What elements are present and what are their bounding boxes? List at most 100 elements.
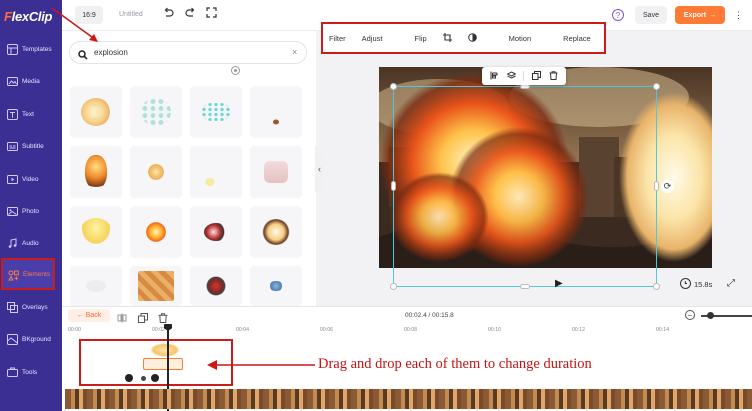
element-tile[interactable] — [190, 146, 242, 198]
timeline-tick: 00:10 — [488, 327, 501, 333]
delete-icon[interactable] — [549, 67, 558, 85]
element-tile[interactable] — [190, 266, 242, 306]
flip-button[interactable]: Flip — [415, 34, 427, 43]
help-icon[interactable]: ? — [612, 9, 624, 21]
clip-duration[interactable]: 15.8s — [694, 280, 712, 289]
adjust-button[interactable]: Adjust — [362, 34, 383, 43]
element-tile[interactable] — [70, 266, 122, 306]
redo-icon[interactable] — [185, 7, 196, 18]
element-clip-thumbnail[interactable] — [150, 343, 180, 357]
video-icon — [6, 173, 18, 185]
timeline-tick: 00:08 — [404, 327, 417, 333]
element-tile[interactable] — [250, 86, 302, 138]
sidebar-item-video[interactable]: Video — [0, 164, 62, 194]
video-track[interactable] — [65, 389, 752, 409]
project-title[interactable]: Untitled — [119, 11, 143, 18]
element-tile[interactable] — [250, 206, 302, 258]
play-icon[interactable]: ▶ — [555, 278, 563, 289]
elements-icon — [7, 269, 19, 281]
video-track-frames — [65, 389, 752, 409]
element-tile[interactable] — [130, 266, 182, 306]
search-input[interactable] — [94, 45, 284, 60]
zoom-slider-handle[interactable] — [707, 312, 714, 319]
annotation-text: Drag and drop each of them to change dur… — [318, 356, 592, 372]
sidebar-item-subtitle[interactable]: Subtitle — [0, 131, 62, 161]
bomb-icon[interactable] — [125, 374, 133, 382]
rotate-icon[interactable]: ⟳ — [661, 180, 674, 193]
collapse-panel-icon[interactable]: ‹ — [315, 146, 324, 192]
templates-icon — [6, 43, 18, 55]
text-icon — [6, 108, 18, 120]
fullscreen-icon[interactable]: ⤢ — [727, 278, 735, 289]
element-tile[interactable] — [130, 86, 182, 138]
clear-search-icon[interactable]: × — [292, 47, 297, 57]
timeline-tick: 00:06 — [320, 327, 333, 333]
align-icon[interactable] — [490, 67, 499, 85]
annotation-arrow — [51, 7, 98, 42]
toolbar-divider — [523, 71, 525, 81]
undo-icon[interactable] — [163, 7, 174, 18]
element-floating-toolbar — [482, 67, 566, 85]
timeline-tick: 00:00 — [68, 327, 81, 333]
subtitle-icon — [6, 140, 18, 152]
motion-button[interactable]: Motion — [509, 34, 532, 43]
timeline-time: 00:02.4 / 00:15.8 — [405, 312, 454, 319]
sidebar-item-photo[interactable]: Photo — [0, 196, 62, 226]
more-menu-icon[interactable]: ⋮ — [734, 10, 743, 21]
bomb-icon[interactable] — [151, 374, 159, 382]
export-button[interactable]: Export → — [675, 6, 725, 24]
resize-handle-top-left[interactable] — [390, 83, 397, 90]
element-tile[interactable] — [70, 206, 122, 258]
element-tile[interactable] — [130, 206, 182, 258]
element-tile[interactable] — [190, 206, 242, 258]
resize-handle-right[interactable] — [654, 181, 659, 191]
timeline-tick: 00:12 — [572, 327, 585, 333]
resize-handle-left[interactable] — [391, 181, 396, 191]
resize-handle-bottom[interactable] — [520, 284, 530, 289]
element-clip[interactable] — [143, 358, 183, 370]
sidebar-item-media[interactable]: Media — [0, 66, 62, 96]
back-button[interactable]: ← Back — [68, 309, 110, 322]
element-tile[interactable] — [130, 146, 182, 198]
photo-icon — [6, 205, 18, 217]
arrow-right-icon: → — [709, 11, 717, 19]
element-tile[interactable] — [70, 146, 122, 198]
background-icon — [6, 333, 18, 345]
element-tile[interactable] — [250, 266, 302, 306]
crop-icon[interactable] — [442, 32, 452, 44]
element-tile[interactable] — [70, 86, 122, 138]
zoom-out-icon[interactable]: − — [685, 310, 695, 320]
edit-toolbar: Filter Adjust Flip Motion Replace — [321, 22, 606, 54]
sidebar-item-bkground[interactable]: BKground — [0, 324, 62, 354]
save-button[interactable]: Save — [635, 6, 667, 24]
replace-button[interactable]: Replace — [563, 34, 591, 43]
resize-handle-bottom-right[interactable] — [653, 283, 660, 290]
tools-icon — [6, 366, 18, 378]
sidebar-item-audio[interactable]: Audio — [0, 228, 62, 258]
media-icon — [6, 75, 18, 87]
duplicate-clip-icon[interactable] — [138, 310, 148, 328]
fit-screen-icon[interactable] — [206, 7, 217, 18]
sidebar-item-elements[interactable]: Elements — [1, 258, 55, 290]
element-selection-box[interactable] — [393, 86, 657, 287]
duplicate-icon[interactable] — [532, 67, 542, 85]
overlays-icon — [6, 301, 18, 313]
annotation-arrow — [207, 360, 315, 370]
resize-handle-top-right[interactable] — [653, 83, 660, 90]
split-icon[interactable] — [117, 310, 127, 328]
element-tile[interactable] — [190, 86, 242, 138]
resize-handle-bottom-left[interactable] — [390, 283, 397, 290]
timeline-tick: 00:02 — [152, 327, 165, 333]
timeline-tick: 00:04 — [236, 327, 249, 333]
layers-icon[interactable] — [506, 67, 517, 85]
element-tile[interactable] — [250, 146, 302, 198]
filter-button[interactable]: Filter — [329, 34, 346, 43]
opacity-icon[interactable] — [467, 32, 477, 44]
sidebar-item-tools[interactable]: Tools — [0, 357, 62, 387]
sidebar-item-overlays[interactable]: Overlays — [0, 292, 62, 322]
info-icon[interactable] — [231, 66, 240, 75]
audio-icon — [6, 237, 18, 249]
clip-dot — [141, 376, 146, 381]
clock-icon — [680, 278, 691, 289]
sidebar-item-text[interactable]: Text — [0, 99, 62, 129]
